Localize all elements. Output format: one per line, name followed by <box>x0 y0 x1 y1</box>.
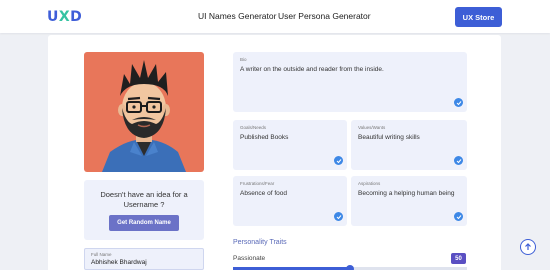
check-icon <box>454 156 463 165</box>
trait-name: Passionate <box>233 255 266 262</box>
goals-needs-label: Goals/Needs <box>240 125 267 130</box>
bio-value[interactable]: A writer on the outside and reader from … <box>240 66 460 73</box>
logo-letter-u: U <box>47 9 59 25</box>
nav-ui-names-generator[interactable]: UI Names Generator <box>198 11 276 21</box>
aspirations-value[interactable]: Becoming a helping human being <box>358 190 460 197</box>
values-wants-field[interactable]: Values/Wants Beautiful writing skills <box>351 120 467 170</box>
check-icon <box>454 212 463 221</box>
full-name-label: Full Name <box>91 252 112 257</box>
idea-prompt-text: Doesn't have an idea for a Username ? <box>100 190 188 209</box>
goals-needs-field[interactable]: Goals/Needs Published Books <box>233 120 347 170</box>
frustrations-fear-value[interactable]: Absence of food <box>240 190 340 197</box>
check-icon <box>334 212 343 221</box>
check-icon <box>334 156 343 165</box>
aspirations-field[interactable]: Aspirations Becoming a helping human bei… <box>351 176 467 226</box>
frustrations-fear-field[interactable]: Frustrations/Fear Absence of food <box>233 176 347 226</box>
values-wants-value[interactable]: Beautiful writing skills <box>358 134 460 141</box>
trait-value-badge: 50 <box>451 253 466 264</box>
goals-needs-value[interactable]: Published Books <box>240 134 340 141</box>
trait-slider-handle[interactable] <box>346 265 354 270</box>
get-random-name-button[interactable]: Get Random Name <box>109 215 179 231</box>
uxd-logo[interactable]: U X D <box>47 9 82 25</box>
ux-store-button[interactable]: UX Store <box>455 7 502 27</box>
arrow-up-icon <box>525 243 531 250</box>
values-wants-label: Values/Wants <box>358 125 386 130</box>
random-name-panel: Doesn't have an idea for a Username ? Ge… <box>84 180 204 240</box>
logo-letter-d: D <box>70 9 83 25</box>
frustrations-fear-label: Frustrations/Fear <box>240 181 275 186</box>
aspirations-label: Aspirations <box>358 181 381 186</box>
nav-user-persona-generator[interactable]: User Persona Generator <box>278 11 371 21</box>
full-name-field[interactable]: Full Name Abhishek Bhardwaj <box>84 248 204 270</box>
bio-label: Bio <box>240 57 247 62</box>
personality-traits-heading: Personality Traits <box>233 239 287 246</box>
scroll-to-top-button[interactable] <box>520 239 536 255</box>
full-name-value[interactable]: Abhishek Bhardwaj <box>91 259 197 266</box>
bio-field[interactable]: Bio A writer on the outside and reader f… <box>233 52 467 112</box>
check-icon <box>454 98 463 107</box>
logo-letter-x: X <box>58 9 71 25</box>
avatar <box>84 52 204 172</box>
top-navbar: U X D UI Names Generator User Persona Ge… <box>0 0 550 33</box>
persona-illustration <box>102 60 186 172</box>
